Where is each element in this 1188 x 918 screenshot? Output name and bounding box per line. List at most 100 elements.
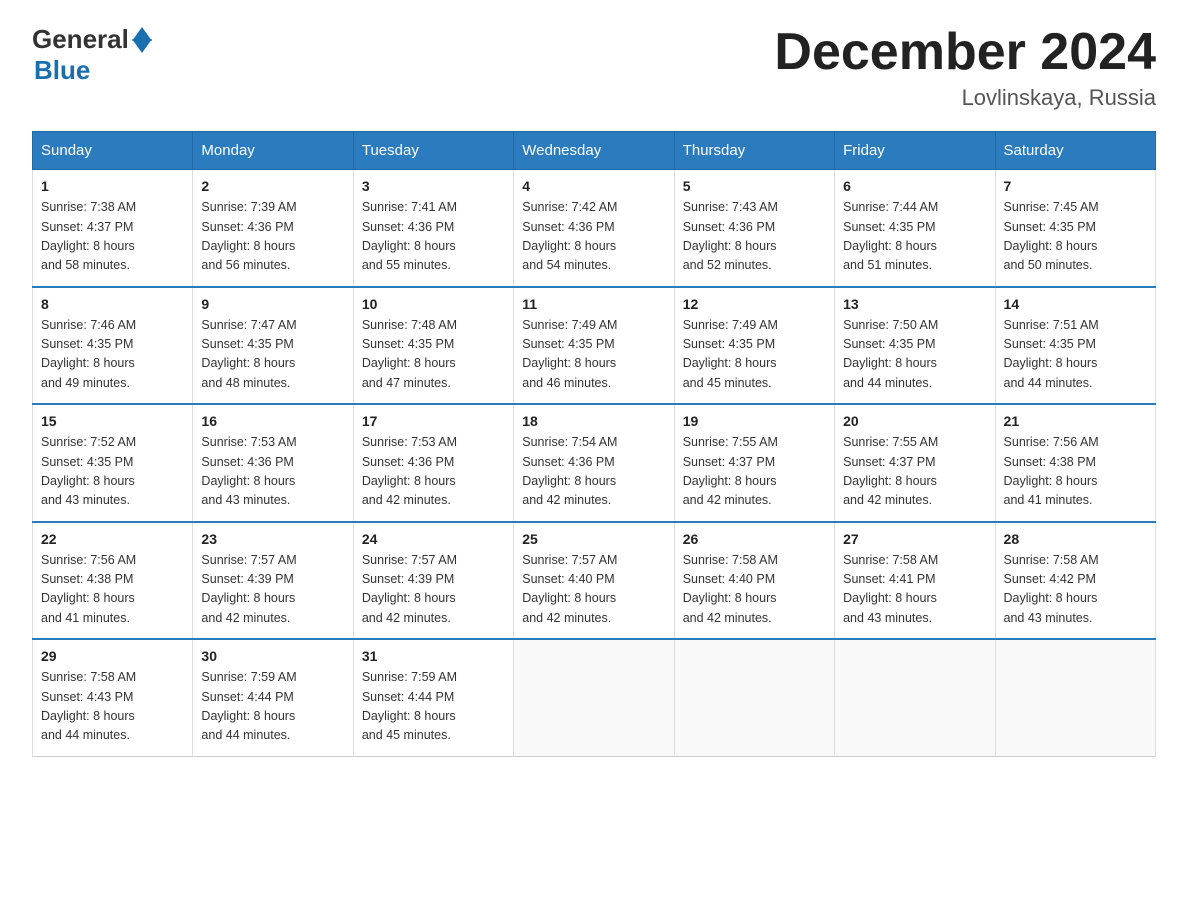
- logo-general-text: General: [32, 24, 129, 55]
- col-wednesday: Wednesday: [514, 132, 674, 170]
- calendar-cell: 28 Sunrise: 7:58 AM Sunset: 4:42 PM Dayl…: [995, 522, 1155, 640]
- day-info: Sunrise: 7:53 AM Sunset: 4:36 PM Dayligh…: [362, 433, 505, 511]
- day-number: 21: [1004, 413, 1147, 429]
- day-info: Sunrise: 7:49 AM Sunset: 4:35 PM Dayligh…: [683, 316, 826, 394]
- calendar-cell: 13 Sunrise: 7:50 AM Sunset: 4:35 PM Dayl…: [835, 287, 995, 405]
- calendar-cell: 14 Sunrise: 7:51 AM Sunset: 4:35 PM Dayl…: [995, 287, 1155, 405]
- day-number: 23: [201, 531, 344, 547]
- month-title: December 2024: [774, 24, 1156, 81]
- day-info: Sunrise: 7:47 AM Sunset: 4:35 PM Dayligh…: [201, 316, 344, 394]
- calendar-cell: 2 Sunrise: 7:39 AM Sunset: 4:36 PM Dayli…: [193, 170, 353, 287]
- calendar-cell: 7 Sunrise: 7:45 AM Sunset: 4:35 PM Dayli…: [995, 170, 1155, 287]
- calendar-week-row-1: 1 Sunrise: 7:38 AM Sunset: 4:37 PM Dayli…: [33, 170, 1156, 287]
- day-number: 18: [522, 413, 665, 429]
- calendar-cell: 21 Sunrise: 7:56 AM Sunset: 4:38 PM Dayl…: [995, 404, 1155, 522]
- day-number: 5: [683, 178, 826, 194]
- day-info: Sunrise: 7:44 AM Sunset: 4:35 PM Dayligh…: [843, 198, 986, 276]
- calendar-cell: [514, 639, 674, 756]
- calendar-week-row-5: 29 Sunrise: 7:58 AM Sunset: 4:43 PM Dayl…: [33, 639, 1156, 756]
- calendar-cell: 22 Sunrise: 7:56 AM Sunset: 4:38 PM Dayl…: [33, 522, 193, 640]
- day-info: Sunrise: 7:48 AM Sunset: 4:35 PM Dayligh…: [362, 316, 505, 394]
- calendar-cell: 29 Sunrise: 7:58 AM Sunset: 4:43 PM Dayl…: [33, 639, 193, 756]
- calendar-cell: [995, 639, 1155, 756]
- col-saturday: Saturday: [995, 132, 1155, 170]
- day-info: Sunrise: 7:43 AM Sunset: 4:36 PM Dayligh…: [683, 198, 826, 276]
- location-title: Lovlinskaya, Russia: [774, 85, 1156, 111]
- col-sunday: Sunday: [33, 132, 193, 170]
- day-info: Sunrise: 7:56 AM Sunset: 4:38 PM Dayligh…: [1004, 433, 1147, 511]
- day-info: Sunrise: 7:51 AM Sunset: 4:35 PM Dayligh…: [1004, 316, 1147, 394]
- calendar-cell: 30 Sunrise: 7:59 AM Sunset: 4:44 PM Dayl…: [193, 639, 353, 756]
- day-number: 29: [41, 648, 184, 664]
- day-number: 6: [843, 178, 986, 194]
- day-info: Sunrise: 7:39 AM Sunset: 4:36 PM Dayligh…: [201, 198, 344, 276]
- day-number: 19: [683, 413, 826, 429]
- calendar-cell: 8 Sunrise: 7:46 AM Sunset: 4:35 PM Dayli…: [33, 287, 193, 405]
- calendar-cell: [674, 639, 834, 756]
- day-info: Sunrise: 7:53 AM Sunset: 4:36 PM Dayligh…: [201, 433, 344, 511]
- calendar-cell: 27 Sunrise: 7:58 AM Sunset: 4:41 PM Dayl…: [835, 522, 995, 640]
- col-monday: Monday: [193, 132, 353, 170]
- calendar-week-row-2: 8 Sunrise: 7:46 AM Sunset: 4:35 PM Dayli…: [33, 287, 1156, 405]
- calendar-cell: 15 Sunrise: 7:52 AM Sunset: 4:35 PM Dayl…: [33, 404, 193, 522]
- calendar-cell: 26 Sunrise: 7:58 AM Sunset: 4:40 PM Dayl…: [674, 522, 834, 640]
- day-number: 26: [683, 531, 826, 547]
- calendar-cell: 23 Sunrise: 7:57 AM Sunset: 4:39 PM Dayl…: [193, 522, 353, 640]
- day-info: Sunrise: 7:54 AM Sunset: 4:36 PM Dayligh…: [522, 433, 665, 511]
- day-number: 11: [522, 296, 665, 312]
- logo-blue-text: Blue: [34, 55, 152, 86]
- day-number: 16: [201, 413, 344, 429]
- day-number: 12: [683, 296, 826, 312]
- day-info: Sunrise: 7:55 AM Sunset: 4:37 PM Dayligh…: [683, 433, 826, 511]
- calendar-cell: 1 Sunrise: 7:38 AM Sunset: 4:37 PM Dayli…: [33, 170, 193, 287]
- day-info: Sunrise: 7:41 AM Sunset: 4:36 PM Dayligh…: [362, 198, 505, 276]
- calendar-cell: 10 Sunrise: 7:48 AM Sunset: 4:35 PM Dayl…: [353, 287, 513, 405]
- day-info: Sunrise: 7:58 AM Sunset: 4:40 PM Dayligh…: [683, 551, 826, 629]
- day-number: 20: [843, 413, 986, 429]
- day-info: Sunrise: 7:57 AM Sunset: 4:39 PM Dayligh…: [362, 551, 505, 629]
- day-number: 10: [362, 296, 505, 312]
- day-number: 13: [843, 296, 986, 312]
- day-info: Sunrise: 7:50 AM Sunset: 4:35 PM Dayligh…: [843, 316, 986, 394]
- day-info: Sunrise: 7:59 AM Sunset: 4:44 PM Dayligh…: [201, 668, 344, 746]
- calendar-cell: 6 Sunrise: 7:44 AM Sunset: 4:35 PM Dayli…: [835, 170, 995, 287]
- day-info: Sunrise: 7:58 AM Sunset: 4:42 PM Dayligh…: [1004, 551, 1147, 629]
- day-number: 22: [41, 531, 184, 547]
- day-number: 15: [41, 413, 184, 429]
- calendar-header-row: Sunday Monday Tuesday Wednesday Thursday…: [33, 132, 1156, 170]
- day-info: Sunrise: 7:58 AM Sunset: 4:41 PM Dayligh…: [843, 551, 986, 629]
- title-section: December 2024 Lovlinskaya, Russia: [774, 24, 1156, 111]
- day-info: Sunrise: 7:56 AM Sunset: 4:38 PM Dayligh…: [41, 551, 184, 629]
- col-friday: Friday: [835, 132, 995, 170]
- calendar-cell: 25 Sunrise: 7:57 AM Sunset: 4:40 PM Dayl…: [514, 522, 674, 640]
- day-info: Sunrise: 7:42 AM Sunset: 4:36 PM Dayligh…: [522, 198, 665, 276]
- day-info: Sunrise: 7:38 AM Sunset: 4:37 PM Dayligh…: [41, 198, 184, 276]
- day-number: 24: [362, 531, 505, 547]
- logo: General Blue: [32, 24, 152, 86]
- day-number: 9: [201, 296, 344, 312]
- calendar-cell: 4 Sunrise: 7:42 AM Sunset: 4:36 PM Dayli…: [514, 170, 674, 287]
- day-number: 3: [362, 178, 505, 194]
- calendar-cell: 18 Sunrise: 7:54 AM Sunset: 4:36 PM Dayl…: [514, 404, 674, 522]
- day-info: Sunrise: 7:49 AM Sunset: 4:35 PM Dayligh…: [522, 316, 665, 394]
- day-number: 7: [1004, 178, 1147, 194]
- calendar-week-row-3: 15 Sunrise: 7:52 AM Sunset: 4:35 PM Dayl…: [33, 404, 1156, 522]
- calendar-cell: 12 Sunrise: 7:49 AM Sunset: 4:35 PM Dayl…: [674, 287, 834, 405]
- calendar-cell: [835, 639, 995, 756]
- page-header: General Blue December 2024 Lovlinskaya, …: [32, 24, 1156, 111]
- day-number: 14: [1004, 296, 1147, 312]
- calendar-cell: 16 Sunrise: 7:53 AM Sunset: 4:36 PM Dayl…: [193, 404, 353, 522]
- day-info: Sunrise: 7:46 AM Sunset: 4:35 PM Dayligh…: [41, 316, 184, 394]
- col-tuesday: Tuesday: [353, 132, 513, 170]
- day-number: 28: [1004, 531, 1147, 547]
- day-info: Sunrise: 7:59 AM Sunset: 4:44 PM Dayligh…: [362, 668, 505, 746]
- day-number: 4: [522, 178, 665, 194]
- calendar-cell: 9 Sunrise: 7:47 AM Sunset: 4:35 PM Dayli…: [193, 287, 353, 405]
- calendar-week-row-4: 22 Sunrise: 7:56 AM Sunset: 4:38 PM Dayl…: [33, 522, 1156, 640]
- calendar-cell: 31 Sunrise: 7:59 AM Sunset: 4:44 PM Dayl…: [353, 639, 513, 756]
- calendar-cell: 17 Sunrise: 7:53 AM Sunset: 4:36 PM Dayl…: [353, 404, 513, 522]
- calendar-cell: 24 Sunrise: 7:57 AM Sunset: 4:39 PM Dayl…: [353, 522, 513, 640]
- day-number: 1: [41, 178, 184, 194]
- calendar-cell: 3 Sunrise: 7:41 AM Sunset: 4:36 PM Dayli…: [353, 170, 513, 287]
- day-number: 2: [201, 178, 344, 194]
